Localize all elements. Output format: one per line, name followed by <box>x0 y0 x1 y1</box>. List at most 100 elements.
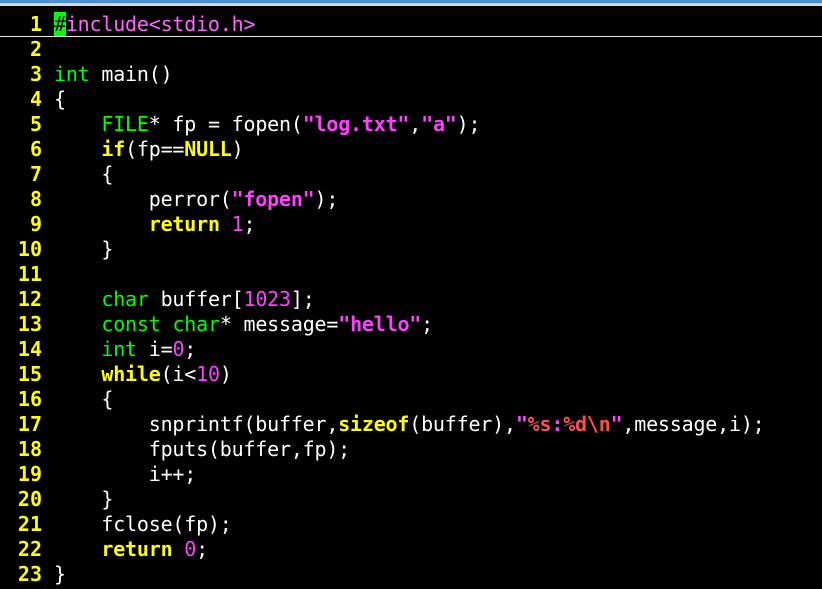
window-accent-bar <box>0 0 822 3</box>
line-code: #include<stdio.h> <box>54 12 256 37</box>
code-token: 1 <box>231 212 244 236</box>
code-token: "fopen" <box>231 187 315 211</box>
code-line[interactable]: 20 } <box>0 487 822 512</box>
line-code: int main() <box>54 62 173 87</box>
code-line[interactable]: 15 while(i<10) <box>0 362 822 387</box>
code-token: ; <box>421 312 433 336</box>
code-line[interactable]: 10 } <box>0 237 822 262</box>
code-line[interactable]: 8 perror("fopen"); <box>0 187 822 212</box>
code-line[interactable]: 13 const char* message="hello"; <box>0 312 822 337</box>
code-line[interactable]: 6 if(fp==NULL) <box>0 137 822 162</box>
code-line[interactable]: 3 int main() <box>0 62 822 87</box>
code-line[interactable]: 19 i++; <box>0 462 822 487</box>
code-token: char <box>101 287 149 311</box>
code-token: snprintf(buffer, <box>54 412 339 436</box>
code-token: } <box>54 237 114 261</box>
code-line[interactable]: 18 fputs(buffer,fp); <box>0 437 822 462</box>
line-code: return 0; <box>54 537 208 562</box>
code-token: ,message,i); <box>622 412 765 436</box>
line-number: 20 <box>17 487 42 511</box>
code-token: ) <box>231 137 244 161</box>
line-number: 1 <box>29 12 42 36</box>
code-token: while <box>101 362 161 386</box>
code-line[interactable]: 14 int i=0; <box>0 337 822 362</box>
line-code: fputs(buffer,fp); <box>54 437 351 462</box>
line-number: 15 <box>17 362 42 386</box>
code-token: " <box>610 412 623 436</box>
code-line[interactable]: 5 FILE* fp = fopen("log.txt","a"); <box>0 112 822 137</box>
line-number: 3 <box>29 62 42 86</box>
code-token: " <box>515 412 528 436</box>
line-number: 8 <box>29 187 42 211</box>
code-token: 1023 <box>243 287 291 311</box>
code-line[interactable]: 16 { <box>0 387 822 412</box>
line-number: 21 <box>17 512 42 536</box>
code-token: 10 <box>196 362 220 386</box>
line-code: const char* message="hello"; <box>54 312 433 337</box>
code-token: { <box>54 162 114 186</box>
text-cursor: # <box>54 12 66 36</box>
code-token: ); <box>314 187 339 211</box>
code-line[interactable]: 17 snprintf(buffer,sizeof(buffer),"%s:%d… <box>0 412 822 437</box>
line-number: 5 <box>29 112 42 136</box>
code-token: int <box>54 62 90 86</box>
code-line[interactable]: 9 return 1; <box>0 212 822 237</box>
line-number: 2 <box>29 37 42 61</box>
code-token: if <box>101 137 126 161</box>
code-token: NULL <box>184 137 232 161</box>
line-number: 22 <box>17 537 42 561</box>
code-line[interactable]: 12 char buffer[1023]; <box>0 287 822 312</box>
code-token: int <box>101 337 137 361</box>
line-number: 6 <box>29 137 42 161</box>
line-code: int i=0; <box>54 337 196 362</box>
code-line[interactable]: 2 <box>0 37 822 62</box>
line-code: while(i<10) <box>54 362 231 387</box>
line-code: } <box>54 562 66 587</box>
code-token: : <box>551 412 564 436</box>
line-code: i++; <box>54 462 197 487</box>
code-editor[interactable]: 1 #include<stdio.h> 2 3 int main() 4{5 FILE* … <box>0 12 822 589</box>
code-line[interactable]: 11 <box>0 262 822 287</box>
code-token: "hello" <box>338 312 422 336</box>
code-token: } <box>54 562 66 586</box>
code-token: (buffer), <box>409 412 516 436</box>
line-number: 18 <box>17 437 42 461</box>
code-token: { <box>54 387 114 411</box>
code-token: i= <box>136 337 173 361</box>
code-token: "a" <box>421 112 457 136</box>
code-token: ; <box>196 537 208 561</box>
code-token: ); <box>456 112 481 136</box>
line-code: perror("fopen"); <box>54 187 339 212</box>
line-code: { <box>54 387 113 412</box>
code-line[interactable]: 22 return 0; <box>0 537 822 562</box>
code-line[interactable]: 23} <box>0 562 822 587</box>
code-line[interactable]: 4{ <box>0 87 822 112</box>
code-line[interactable]: 1 #include<stdio.h> <box>0 12 822 37</box>
line-number: 7 <box>29 162 42 186</box>
line-number: 4 <box>29 87 42 111</box>
code-token: %d\n <box>563 412 611 436</box>
code-token: (fp== <box>125 137 185 161</box>
line-code: } <box>54 487 113 512</box>
code-token: ; <box>243 212 256 236</box>
code-token: return <box>148 212 220 236</box>
line-number: 10 <box>17 237 42 261</box>
code-line[interactable]: 7 { <box>0 162 822 187</box>
code-token: (i< <box>160 362 197 386</box>
code-token: * fp = fopen( <box>148 112 303 136</box>
line-number: 14 <box>17 337 42 361</box>
code-token: const <box>101 312 161 336</box>
code-token: fclose(fp); <box>54 512 232 536</box>
code-token: perror( <box>54 187 232 211</box>
code-token: sizeof <box>338 412 410 436</box>
line-number: 17 <box>17 412 42 436</box>
code-line[interactable]: 21 fclose(fp); <box>0 512 822 537</box>
code-token: ; <box>184 337 197 361</box>
